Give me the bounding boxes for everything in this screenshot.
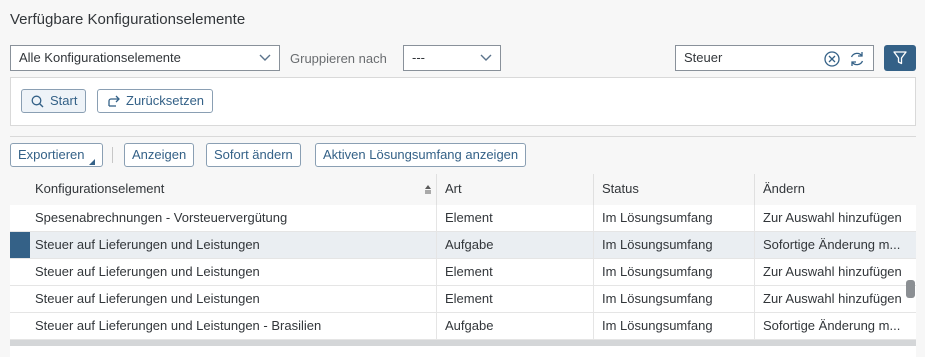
redo-icon — [108, 95, 120, 107]
scrollbar-thumb[interactable] — [906, 280, 915, 298]
chevron-down-icon — [480, 54, 492, 61]
divider — [10, 136, 916, 137]
table-row[interactable]: Steuer auf Lieferungen und Leistungen - … — [10, 313, 916, 340]
column-header-status[interactable]: Status — [593, 174, 754, 205]
group-by-select[interactable]: --- — [403, 45, 501, 71]
filter-icon — [893, 51, 907, 65]
search-input[interactable]: Steuer — [675, 45, 874, 71]
table-row[interactable]: Spesenabrechnungen - Vorsteuervergütung … — [10, 205, 916, 232]
clear-icon[interactable] — [823, 50, 841, 68]
filter-button[interactable] — [884, 45, 916, 71]
group-by-value: --- — [412, 50, 425, 65]
scope-select[interactable]: Alle Konfigurationselemente — [10, 45, 280, 71]
table-row[interactable]: Steuer auf Lieferungen und Leistungen El… — [10, 286, 916, 313]
export-label: Exportieren — [18, 147, 85, 162]
sort-ascending-icon — [425, 185, 431, 194]
reset-button[interactable]: Zurücksetzen — [97, 89, 214, 113]
chevron-down-icon — [259, 54, 271, 61]
scope-select-value: Alle Konfigurationselemente — [19, 50, 181, 65]
start-label: Start — [50, 93, 78, 108]
start-button[interactable]: Start — [21, 89, 87, 113]
corner-arrow-icon — [89, 159, 96, 165]
change-now-button[interactable]: Sofort ändern — [206, 143, 301, 167]
group-by-label: Gruppieren nach — [290, 51, 387, 66]
export-button[interactable]: Exportieren — [10, 143, 104, 167]
configuration-table: Konfigurationselement Art Status Ändern … — [10, 174, 916, 357]
show-scope-button[interactable]: Aktiven Lösungsumfang anzeigen — [315, 143, 527, 167]
search-value: Steuer — [684, 50, 723, 65]
page-title: Verfügbare Konfigurationselemente — [10, 11, 246, 28]
column-header-change[interactable]: Ändern — [754, 174, 916, 205]
toolbar-separator — [112, 147, 113, 163]
table-row-selected[interactable]: Steuer auf Lieferungen und Leistungen Au… — [10, 232, 916, 259]
show-button[interactable]: Anzeigen — [124, 143, 195, 167]
column-header-element[interactable]: Konfigurationselement — [27, 174, 436, 205]
table-footer-bar — [10, 340, 916, 346]
table-row[interactable]: Steuer auf Lieferungen und Leistungen El… — [10, 259, 916, 286]
refresh-icon[interactable] — [848, 50, 866, 68]
table-header: Konfigurationselement Art Status Ändern — [10, 174, 916, 206]
column-header-type[interactable]: Art — [436, 174, 593, 205]
search-icon — [31, 95, 44, 108]
reset-label: Zurücksetzen — [126, 93, 205, 108]
